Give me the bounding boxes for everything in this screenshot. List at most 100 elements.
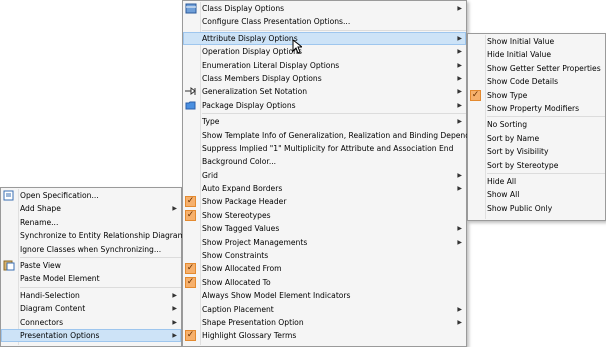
item-label: Operation Display Options [202,47,302,57]
item-label: Diagram Content [20,304,86,314]
submenu-arrow-icon: ▶ [457,74,462,82]
item-label: Always Show Model Element Indicators [202,291,351,301]
item-label: Background Color... [202,157,277,167]
generalization-set-notation-item[interactable]: Generalization Set Notation ▶ [183,85,466,98]
highlight-glossary-terms-item[interactable]: ✓ Highlight Glossary Terms [183,329,466,342]
submenu-arrow-icon: ▶ [457,34,462,42]
generalization-icon [185,86,197,97]
submenu-arrow-icon: ▶ [457,5,462,12]
submenu-arrow-icon: ▶ [172,331,177,339]
item-label: Show Allocated From [202,264,282,274]
submenu-arrow-icon: ▶ [457,101,462,109]
show-stereotypes-item[interactable]: ✓ Show Stereotypes [183,209,466,222]
shape-presentation-option-item[interactable]: Shape Presentation Option ▶ [183,316,466,329]
item-label: Add Shape [20,204,61,214]
add-shape-item[interactable]: Add Shape ▶ [1,202,181,215]
show-type-item[interactable]: ✓ Show Type [468,89,605,102]
show-tagged-values-item[interactable]: Show Tagged Values ▶ [183,222,466,235]
show-allocated-from-item[interactable]: ✓ Show Allocated From [183,262,466,275]
submenu-arrow-icon: ▶ [457,238,462,246]
sort-by-name-item[interactable]: Sort by Name [468,132,605,145]
class-display-options-item[interactable]: Class Display Options ▶ [183,2,466,15]
paste-view-item[interactable]: Paste View [1,259,181,272]
submenu-arrow-icon: ▶ [457,318,462,326]
show-allocated-to-item[interactable]: ✓ Show Allocated To [183,276,466,289]
item-label: Package Display Options [202,100,296,110]
item-label: Shape Presentation Option [202,317,304,327]
item-label: Show Template Info of Generalization, Re… [202,130,489,140]
open-specification-item[interactable]: Open Specification... [1,189,181,202]
separator [487,172,605,174]
attribute-display-options-item[interactable]: Attribute Display Options ▶ [183,31,466,46]
connectors-item[interactable]: Connectors ▶ [1,316,181,329]
checkmark-icon: ✓ [185,330,196,342]
item-label: Show Constraints [202,251,269,261]
class-members-display-item[interactable]: Class Members Display Options ▶ [183,72,466,85]
item-label: Connectors [20,317,64,327]
mouse-cursor-icon [292,39,302,54]
package-display-options-item[interactable]: Package Display Options ▶ [183,99,466,112]
show-all-item[interactable]: Show All [468,188,605,201]
caption-placement-item[interactable]: Caption Placement ▶ [183,303,466,316]
presentation-options-item[interactable]: Presentation Options ▶ [1,328,181,343]
background-color-item[interactable]: Background Color... [183,155,466,168]
context-menu: Open Specification... Add Shape ▶ Rename… [0,187,185,347]
item-label: Sort by Visibility [487,147,549,157]
item-label: Grid [202,170,218,180]
submenu-arrow-icon: ▶ [457,305,462,313]
hide-initial-value-item[interactable]: Hide Initial Value [468,48,605,61]
submenu-arrow-icon: ▶ [457,225,462,233]
hide-all-item[interactable]: Hide All [468,175,605,188]
sort-by-visibility-item[interactable]: Sort by Visibility [468,145,605,158]
item-label: Show Initial Value [487,37,555,46]
submenu-arrow-icon: ▶ [457,171,462,179]
show-initial-value-item[interactable]: Show Initial Value [468,35,605,48]
item-label: Show Property Modifiers [487,103,580,113]
show-project-managements-item[interactable]: Show Project Managements ▶ [183,236,466,249]
configure-class-presentation-item[interactable]: Configure Class Presentation Options... [183,15,466,28]
always-show-indicators-item[interactable]: Always Show Model Element Indicators [183,289,466,302]
show-template-info-item[interactable]: Show Template Info of Generalization, Re… [183,129,488,142]
type-item[interactable]: Type ▶ [183,115,466,128]
show-public-only-item[interactable]: Show Public Only [468,202,605,215]
operation-display-options-item[interactable]: Operation Display Options ▶ [183,45,466,58]
submenu-arrow-icon: ▶ [172,305,177,313]
item-label: Open Specification... [20,191,99,200]
show-constraints-item[interactable]: Show Constraints [183,249,466,262]
separator [487,116,605,118]
submenu-arrow-icon: ▶ [457,185,462,193]
rename-item[interactable]: Rename... [1,216,181,229]
ignore-classes-item[interactable]: Ignore Classes when Synchronizing... [1,243,181,256]
item-label: Sort by Name [487,133,540,143]
item-label: Caption Placement [202,304,274,314]
synchronize-erd-item[interactable]: Synchronize to Entity Relationship Diagr… [1,229,185,242]
submenu-arrow-icon: ▶ [457,118,462,126]
item-label: Ignore Classes when Synchronizing... [20,244,162,254]
separator [20,256,181,258]
suppress-implied-multiplicity-item[interactable]: Suppress Implied "1" Multiplicity for At… [183,142,466,155]
handi-selection-item[interactable]: Handi-Selection ▶ [1,289,181,302]
folder-icon [185,100,197,111]
class-display-icon [185,3,197,14]
paste-model-element-item[interactable]: Paste Model Element [1,272,181,285]
item-label: Show Tagged Values [202,224,280,234]
submenu-arrow-icon: ▶ [457,88,462,96]
item-label: Auto Expand Borders [202,184,283,194]
grid-item[interactable]: Grid ▶ [183,169,466,182]
show-getter-setter-item[interactable]: Show Getter Setter Properties [468,62,605,75]
item-label: Configure Class Presentation Options... [202,17,351,27]
show-code-details-item[interactable]: Show Code Details [468,75,605,88]
item-label: Class Members Display Options [202,73,322,83]
auto-expand-borders-item[interactable]: Auto Expand Borders ▶ [183,182,466,195]
submenu-arrow-icon: ▶ [172,205,177,213]
show-property-modifiers-item[interactable]: Show Property Modifiers [468,102,605,115]
no-sorting-item[interactable]: No Sorting [468,118,605,131]
item-label: Type [202,117,220,127]
show-package-header-item[interactable]: ✓ Show Package Header [183,195,466,208]
diagram-content-item[interactable]: Diagram Content ▶ [1,302,181,315]
sort-by-stereotype-item[interactable]: Sort by Stereotype [468,159,605,172]
checkmark-icon: ✓ [185,263,196,275]
item-label: Show Public Only [487,203,553,213]
item-label: Class Display Options [202,4,285,13]
enumeration-literal-display-item[interactable]: Enumeration Literal Display Options ▶ [183,59,466,72]
